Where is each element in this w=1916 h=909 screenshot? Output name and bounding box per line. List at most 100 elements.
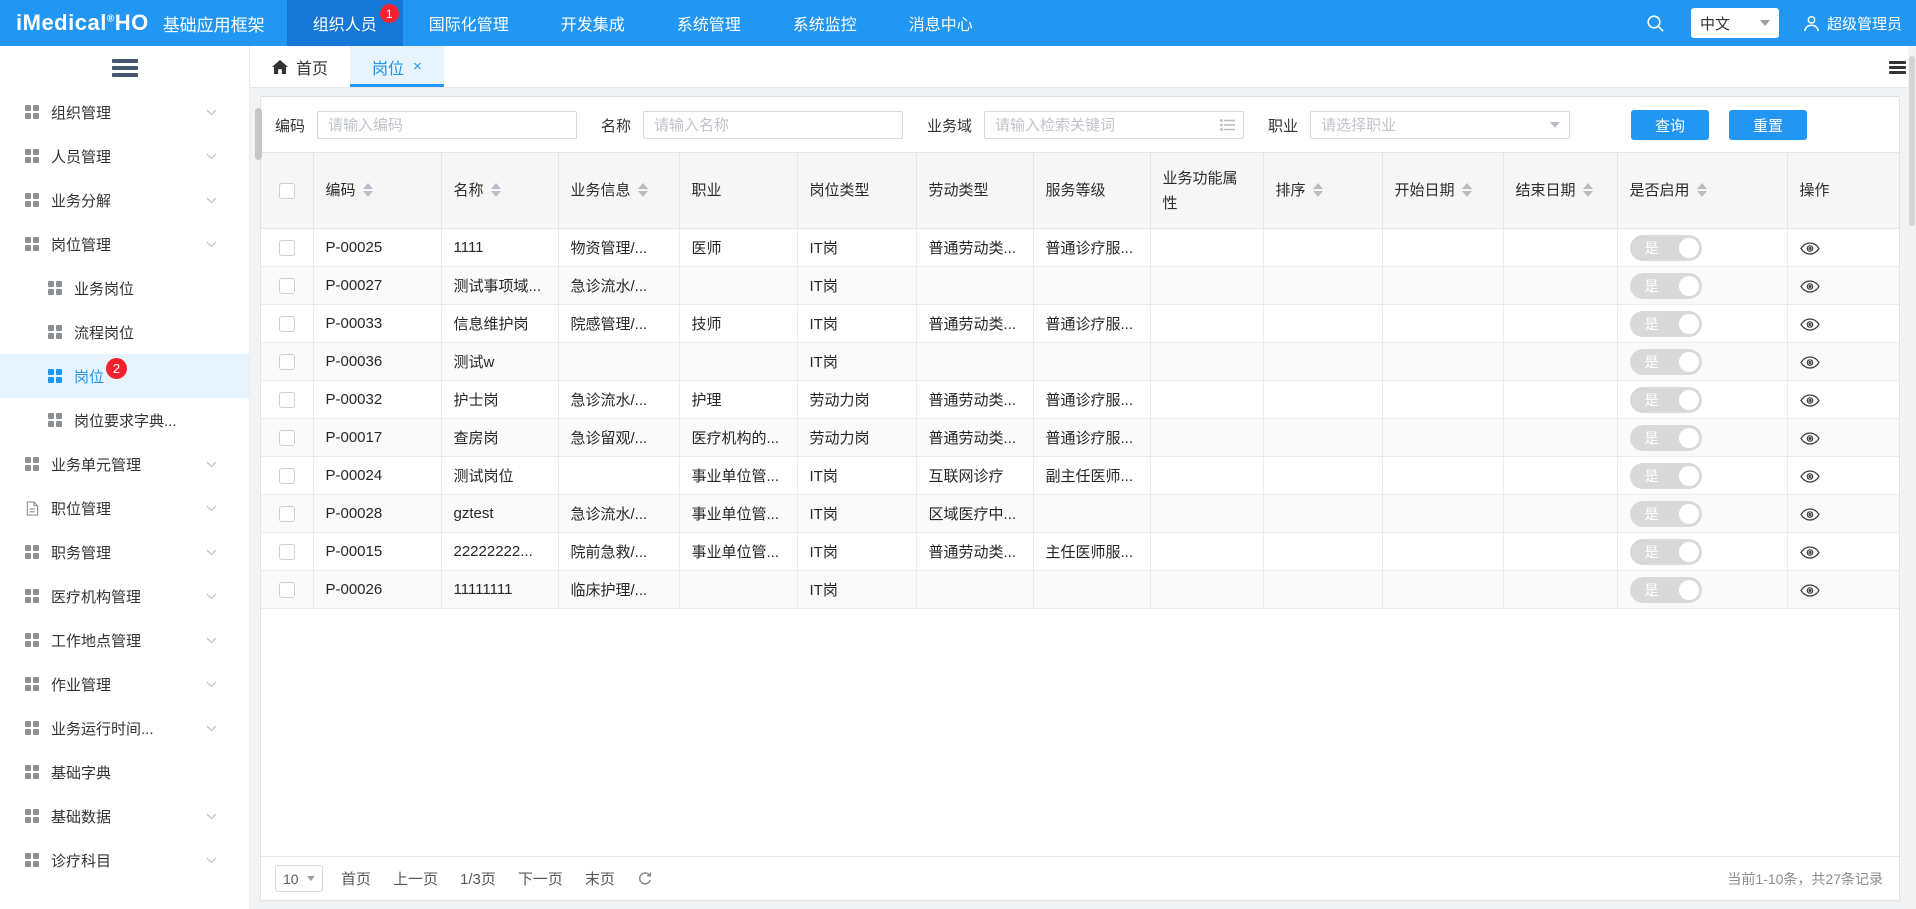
enabled-toggle[interactable]: 是 <box>1630 349 1702 375</box>
sidebar-item-3[interactable]: 业务分解 <box>0 178 249 222</box>
sidebar-item-11[interactable]: 职务管理 <box>0 530 249 574</box>
nav-item-2[interactable]: 国际化管理 <box>403 0 535 46</box>
column-header-11[interactable]: 结束日期 <box>1503 153 1617 229</box>
nav-item-3[interactable]: 开发集成 <box>535 0 651 46</box>
view-icon[interactable] <box>1800 280 1820 293</box>
sidebar-item-9[interactable]: 业务单元管理 <box>0 442 249 486</box>
close-icon[interactable]: × <box>413 58 422 75</box>
column-header-1[interactable]: 编码 <box>313 153 441 229</box>
first-page-link[interactable]: 首页 <box>341 868 371 889</box>
select-all-header[interactable] <box>261 153 313 229</box>
column-label-text: 名称 <box>454 182 484 199</box>
view-icon[interactable] <box>1800 356 1820 369</box>
user-menu[interactable]: 超级管理员 <box>1803 13 1902 34</box>
vertical-scrollbar[interactable] <box>1908 46 1916 909</box>
sidebar-item-8[interactable]: 岗位要求字典... <box>0 398 249 442</box>
refresh-icon[interactable] <box>637 871 653 887</box>
row-checkbox[interactable] <box>279 582 295 598</box>
sort-icon[interactable] <box>1462 183 1472 197</box>
enabled-toggle[interactable]: 是 <box>1630 235 1702 261</box>
sidebar-item-5[interactable]: 业务岗位 <box>0 266 249 310</box>
row-checkbox[interactable] <box>279 392 295 408</box>
enabled-toggle[interactable]: 是 <box>1630 577 1702 603</box>
sidebar-item-2[interactable]: 人员管理 <box>0 134 249 178</box>
list-icon[interactable] <box>1220 119 1236 131</box>
sidebar-item-17[interactable]: 基础数据 <box>0 794 249 838</box>
sidebar-item-4[interactable]: 岗位管理 <box>0 222 249 266</box>
nav-item-1[interactable]: 组织人员1 <box>287 0 403 46</box>
view-icon[interactable] <box>1800 394 1820 407</box>
sidebar-item-16[interactable]: 基础字典 <box>0 750 249 794</box>
code-input[interactable] <box>317 111 577 139</box>
sidebar-item-12[interactable]: 医疗机构管理 <box>0 574 249 618</box>
cell-enabled: 是 <box>1617 457 1787 495</box>
view-icon[interactable] <box>1800 432 1820 445</box>
sort-icon[interactable] <box>638 183 648 197</box>
view-icon[interactable] <box>1800 508 1820 521</box>
row-checkbox[interactable] <box>279 240 295 256</box>
column-header-9[interactable]: 排序 <box>1263 153 1382 229</box>
sort-icon[interactable] <box>1583 183 1593 197</box>
sidebar-item-7[interactable]: 岗位2 <box>0 354 249 398</box>
enabled-toggle[interactable]: 是 <box>1630 311 1702 337</box>
view-icon[interactable] <box>1800 546 1820 559</box>
search-button[interactable]: 查询 <box>1631 110 1709 140</box>
sidebar-collapse-button[interactable] <box>0 46 249 90</box>
nav-item-4[interactable]: 系统管理 <box>651 0 767 46</box>
name-input[interactable] <box>643 111 903 139</box>
select-all-checkbox[interactable] <box>279 183 295 199</box>
view-icon[interactable] <box>1800 318 1820 331</box>
enabled-toggle[interactable]: 是 <box>1630 463 1702 489</box>
sort-icon[interactable] <box>491 183 501 197</box>
sidebar-item-6[interactable]: 流程岗位 <box>0 310 249 354</box>
sidebar-item-13[interactable]: 工作地点管理 <box>0 618 249 662</box>
row-checkbox[interactable] <box>279 430 295 446</box>
last-page-link[interactable]: 末页 <box>585 868 615 889</box>
nav-item-6[interactable]: 消息中心 <box>883 0 999 46</box>
sidebar-item-14[interactable]: 作业管理 <box>0 662 249 706</box>
reset-button[interactable]: 重置 <box>1729 110 1807 140</box>
sort-icon[interactable] <box>1313 183 1323 197</box>
language-select[interactable]: 中文 <box>1691 8 1779 38</box>
column-header-12[interactable]: 是否启用 <box>1617 153 1787 229</box>
prev-page-link[interactable]: 上一页 <box>393 868 438 889</box>
sidebar-item-1[interactable]: 组织管理 <box>0 90 249 134</box>
sidebar-item-15[interactable]: 业务运行时间... <box>0 706 249 750</box>
view-icon[interactable] <box>1800 470 1820 483</box>
enabled-toggle[interactable]: 是 <box>1630 387 1702 413</box>
chevron-down-icon[interactable] <box>1550 122 1560 128</box>
search-icon[interactable] <box>1646 14 1665 33</box>
business-domain-input[interactable] <box>984 111 1244 139</box>
view-icon[interactable] <box>1800 242 1820 255</box>
next-page-link[interactable]: 下一页 <box>518 868 563 889</box>
tab-list-menu-icon[interactable] <box>1889 59 1906 76</box>
sort-icon[interactable] <box>363 183 373 197</box>
column-header-10[interactable]: 开始日期 <box>1382 153 1503 229</box>
occupation-select[interactable] <box>1310 111 1570 139</box>
column-header-2[interactable]: 名称 <box>441 153 558 229</box>
left-scrollbar-thumb[interactable] <box>255 108 262 160</box>
scrollbar-thumb[interactable] <box>1909 56 1915 226</box>
cell-enabled: 是 <box>1617 571 1787 609</box>
sort-icon[interactable] <box>1697 183 1707 197</box>
view-icon[interactable] <box>1800 584 1820 597</box>
table-row: P-00033信息维护岗院感管理/...技师IT岗普通劳动类...普通诊疗服..… <box>261 305 1900 343</box>
row-checkbox[interactable] <box>279 468 295 484</box>
cell-labor-type <box>916 267 1033 305</box>
sidebar-item-10[interactable]: 职位管理 <box>0 486 249 530</box>
enabled-toggle[interactable]: 是 <box>1630 273 1702 299</box>
page-size-select[interactable]: 10 <box>275 865 323 892</box>
row-checkbox[interactable] <box>279 316 295 332</box>
tab-home[interactable]: 首页 <box>250 46 350 87</box>
row-checkbox[interactable] <box>279 506 295 522</box>
tab-post[interactable]: 岗位× <box>350 46 444 87</box>
row-checkbox[interactable] <box>279 354 295 370</box>
column-header-3[interactable]: 业务信息 <box>558 153 679 229</box>
row-checkbox[interactable] <box>279 544 295 560</box>
enabled-toggle[interactable]: 是 <box>1630 425 1702 451</box>
enabled-toggle[interactable]: 是 <box>1630 501 1702 527</box>
enabled-toggle[interactable]: 是 <box>1630 539 1702 565</box>
sidebar-item-18[interactable]: 诊疗科目 <box>0 838 249 882</box>
row-checkbox[interactable] <box>279 278 295 294</box>
nav-item-5[interactable]: 系统监控 <box>767 0 883 46</box>
